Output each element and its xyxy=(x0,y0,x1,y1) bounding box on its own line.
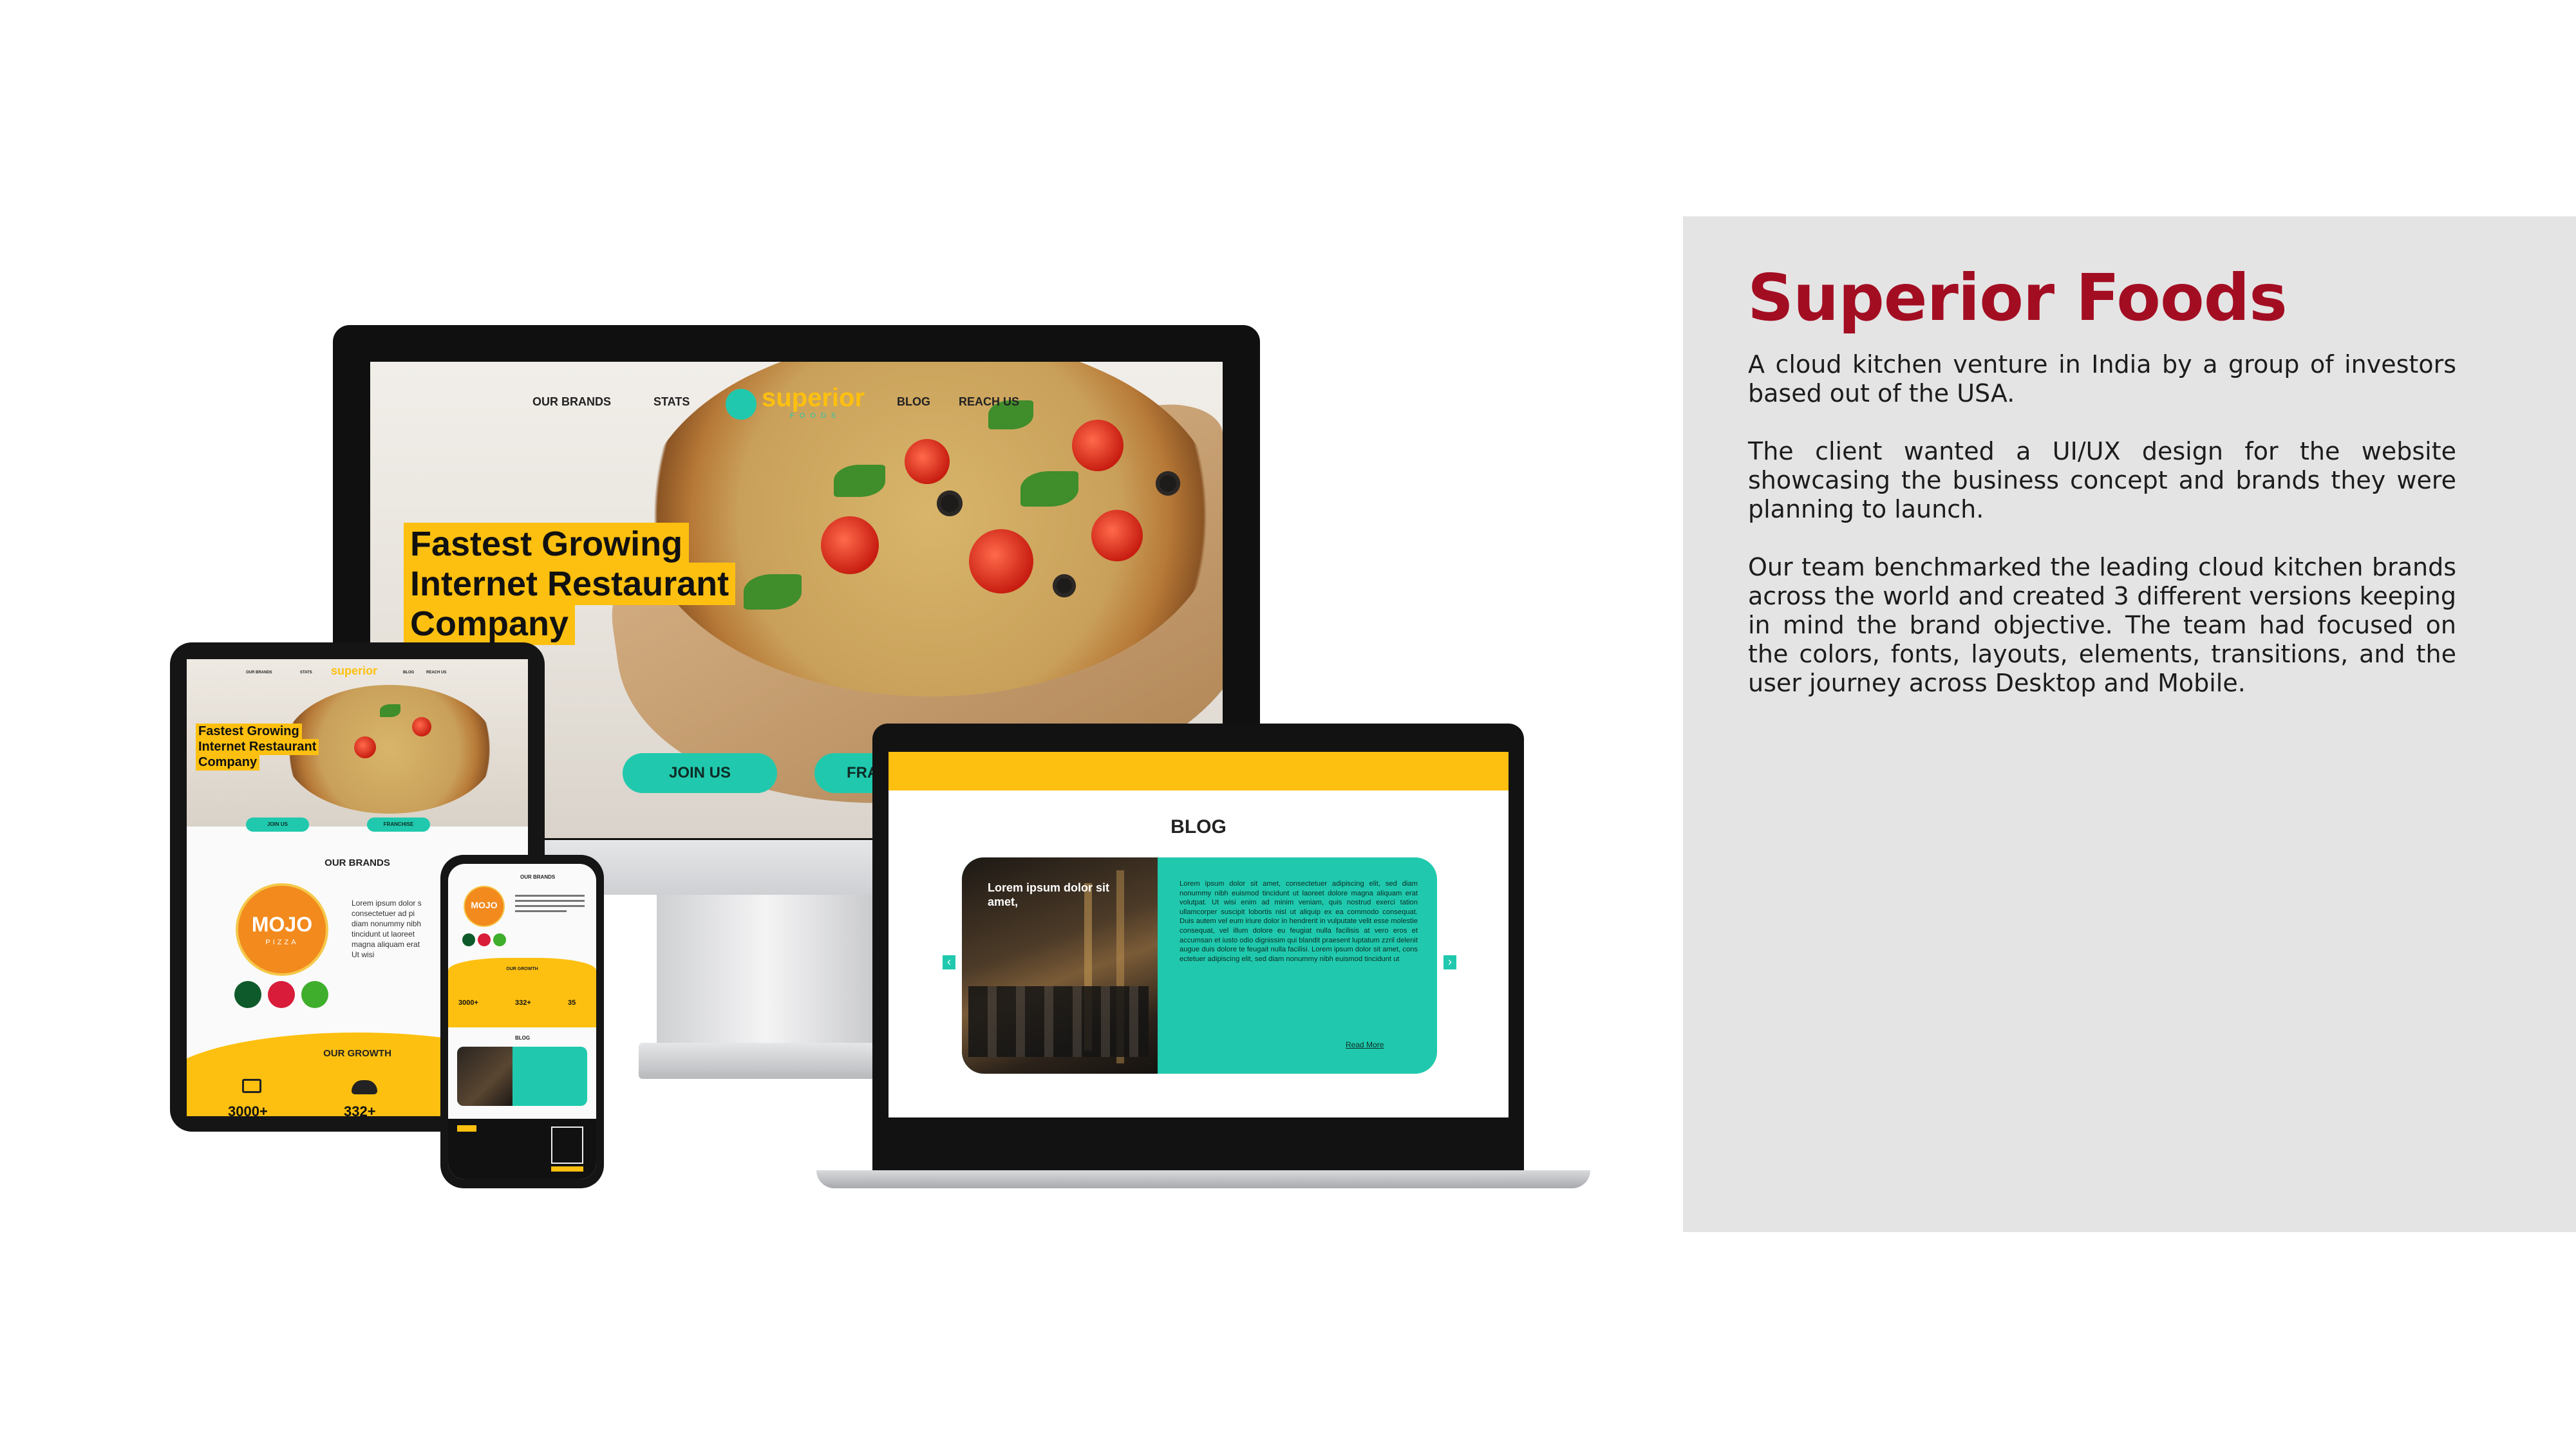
nav-stats[interactable]: STATS xyxy=(653,395,690,409)
hero-line-2: Internet Restaurant xyxy=(404,563,736,605)
phone-footer-submit[interactable] xyxy=(551,1166,583,1172)
phone-stat-2: 332+ xyxy=(515,999,531,1007)
logo-subtext: FOODS xyxy=(790,412,841,420)
tablet-franchise-button[interactable]: FRANCHISE xyxy=(367,818,430,832)
tablet-stat-1: 3000+ xyxy=(228,1103,268,1116)
tablet-hero-line-2: Internet Restaurant xyxy=(196,739,319,755)
info-panel: Superior Foods A cloud kitchen venture i… xyxy=(1683,216,2576,1232)
tablet-brand-text-5: magna aliquam erat xyxy=(352,940,420,949)
basil-icon xyxy=(834,465,885,497)
phone-blog-image xyxy=(457,1047,512,1106)
logo-icon xyxy=(726,389,757,420)
join-us-button[interactable]: JOIN US xyxy=(623,753,777,793)
tomato-icon xyxy=(354,736,376,758)
hero-line-3: Company xyxy=(404,603,576,645)
nav-reach-us[interactable]: REACH US xyxy=(959,395,1019,409)
blog-card[interactable]: Lorem ipsum dolor sit amet, Lorem ipsum … xyxy=(962,857,1437,1074)
olive-icon xyxy=(1156,471,1180,496)
brand-dot-green[interactable] xyxy=(234,981,261,1008)
phone-mojo-text: MOJO xyxy=(471,900,498,910)
blog-next-arrow[interactable]: › xyxy=(1443,955,1456,969)
mojo-logo-text: MOJO xyxy=(251,913,313,936)
tablet-hero-line-1: Fastest Growing xyxy=(196,724,302,740)
monitor-stand xyxy=(657,882,901,1056)
tablet-brand-text-2: consectetuer ad pi xyxy=(352,909,415,918)
tablet-nav-our-brands[interactable]: OUR BRANDS xyxy=(246,671,272,675)
tomato-icon xyxy=(969,529,1033,594)
phone-blog-card[interactable] xyxy=(457,1047,587,1106)
phone-screen: OUR BRANDS MOJO OUR GROWTH 3000+ 332+ 35… xyxy=(448,864,596,1179)
phone-footer xyxy=(448,1119,596,1179)
tomato-icon xyxy=(412,717,431,736)
phone-stat-3: 35 xyxy=(568,999,576,1007)
blog-card-body: Lorem ipsum dolor sit amet, consectetuer… xyxy=(1180,880,1418,963)
tablet-brand-text-1: Lorem ipsum dolor s xyxy=(352,899,422,908)
hero-line-1: Fastest Growing xyxy=(404,523,690,565)
tablet-brand-text-4: tincidunt ut laoreet xyxy=(352,930,415,939)
phone-growth-heading: OUR GROWTH xyxy=(506,967,538,971)
tomato-icon xyxy=(905,439,950,484)
phone-brands-heading: OUR BRANDS xyxy=(520,874,556,880)
phone-brand-dot-green[interactable] xyxy=(462,933,475,946)
laptop-screen: BLOG ‹ › Lorem ipsum dolor sit amet, Lor… xyxy=(888,752,1509,1117)
tablet-stat-2: 332+ xyxy=(344,1103,376,1116)
phone-footer-form[interactable] xyxy=(551,1126,583,1164)
phone-text-line xyxy=(515,910,567,912)
mojo-pizza-logo[interactable]: MOJO PIZZA xyxy=(238,886,326,973)
project-description-2: The client wanted a UI/UX design for the… xyxy=(1748,437,2456,523)
blog-card-title: Lorem ipsum dolor sit amet, xyxy=(988,881,1110,908)
brand-dot-red[interactable] xyxy=(268,981,295,1008)
tablet-nav-stats[interactable]: STATS xyxy=(300,671,312,675)
phone-brand-dot-red[interactable] xyxy=(478,933,491,946)
tablet-join-button[interactable]: JOIN US xyxy=(246,818,309,832)
project-description-3: Our team benchmarked the leading cloud k… xyxy=(1748,553,2456,697)
tomato-icon xyxy=(821,516,879,574)
read-more-link[interactable]: Read More xyxy=(1346,1040,1384,1049)
monitor-icon xyxy=(242,1079,261,1093)
phone-stat-1: 3000+ xyxy=(458,999,478,1007)
tomato-icon xyxy=(1072,420,1123,471)
tablet-hero-line-3: Company xyxy=(196,754,260,771)
laptop-base xyxy=(816,1170,1590,1188)
showcase-canvas: Superior Foods A cloud kitchen venture i… xyxy=(0,0,2576,1449)
phone-text-line xyxy=(515,905,585,907)
logo-text: superior xyxy=(762,384,865,412)
basil-icon xyxy=(1020,471,1078,507)
tomato-icon xyxy=(1091,510,1143,561)
cloud-icon xyxy=(352,1080,377,1094)
basil-icon xyxy=(380,704,400,717)
tablet-nav-reach-us[interactable]: REACH US xyxy=(426,671,446,675)
basil-icon xyxy=(744,574,802,610)
tablet-brand-text-6: Ut wisi xyxy=(352,950,375,959)
phone-brand-dot-lime[interactable] xyxy=(493,933,506,946)
project-description-1: A cloud kitchen venture in India by a gr… xyxy=(1748,350,2456,407)
restaurant-tables xyxy=(968,986,1149,1057)
nav-our-brands[interactable]: OUR BRANDS xyxy=(532,395,611,409)
phone-text-line xyxy=(515,895,585,897)
laptop-header-bar xyxy=(888,752,1509,790)
nav-blog[interactable]: BLOG xyxy=(897,395,930,409)
phone-blog-heading: BLOG xyxy=(515,1035,531,1041)
tablet-brand-text-3: diam nonummy nibh xyxy=(352,919,422,928)
laptop-blog-heading: BLOG xyxy=(1170,816,1227,837)
superior-logo[interactable]: superior FOODS xyxy=(726,384,874,422)
phone-text-line xyxy=(515,900,585,902)
project-title: Superior Foods xyxy=(1747,260,2288,335)
tablet-logo[interactable]: superior xyxy=(331,664,377,678)
olive-icon xyxy=(1053,574,1076,597)
brand-dot-lime[interactable] xyxy=(301,981,328,1008)
mojo-logo-subtext: PIZZA xyxy=(265,939,299,946)
tablet-nav-blog[interactable]: BLOG xyxy=(403,671,414,675)
phone-mojo-logo[interactable]: MOJO xyxy=(465,887,503,926)
phone-footer-logo xyxy=(457,1125,476,1132)
olive-icon xyxy=(937,491,963,516)
blog-prev-arrow[interactable]: ‹ xyxy=(943,955,955,969)
